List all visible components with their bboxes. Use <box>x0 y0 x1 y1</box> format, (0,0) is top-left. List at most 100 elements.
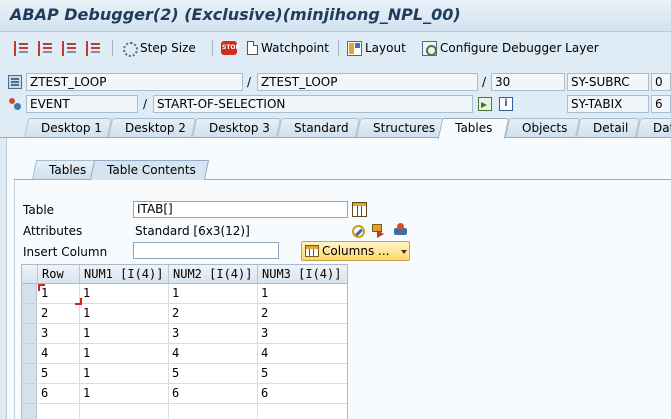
columns-button[interactable]: Columns ... <box>301 241 410 261</box>
tab-objects[interactable]: Objects <box>504 118 581 138</box>
row-selector[interactable] <box>22 284 37 304</box>
configure-layer-icon <box>422 40 437 56</box>
row-selector[interactable] <box>22 364 37 384</box>
line-field: 30 <box>491 73 565 91</box>
table-view-icon[interactable] <box>352 202 367 217</box>
cell-cursor <box>38 284 82 305</box>
table-cell[interactable]: 1 <box>80 344 169 364</box>
toolbar-separator <box>212 40 213 56</box>
table-cell[interactable]: 1 <box>80 304 169 324</box>
tab-desktop-1[interactable]: Desktop 1 <box>23 118 113 138</box>
return-icon <box>62 40 77 56</box>
event-icon <box>8 97 22 111</box>
tab-standard[interactable]: Standard <box>276 118 361 138</box>
tab-desktop-2[interactable]: Desktop 2 <box>107 118 197 138</box>
tab-tables[interactable]: Tables <box>437 118 510 139</box>
single-step-button[interactable] <box>14 39 32 57</box>
separator: / <box>482 75 487 89</box>
tab-desktop-3[interactable]: Desktop 3 <box>191 118 282 138</box>
export-icon[interactable] <box>371 223 386 238</box>
watchpoint-button[interactable]: Watchpoint <box>245 39 329 57</box>
subtab-tables[interactable]: Tables <box>31 160 97 180</box>
program-icon <box>8 75 22 89</box>
table-cell[interactable]: 1 <box>80 364 169 384</box>
step-size-button[interactable]: Step Size <box>122 39 196 57</box>
single-step-icon <box>14 40 29 56</box>
table-cell[interactable] <box>80 404 169 419</box>
step-size-label: Step Size <box>140 41 196 55</box>
columns-icon <box>305 245 319 257</box>
info-icon[interactable]: i <box>499 97 513 111</box>
row-number-cell[interactable]: 6 <box>38 384 80 404</box>
layout-button[interactable]: Layout <box>347 39 406 57</box>
row-number-cell[interactable]: 4 <box>38 344 80 364</box>
column-header-num2[interactable]: NUM2 [I(4)] <box>169 265 258 284</box>
execute-icon <box>38 40 53 56</box>
column-header-num1[interactable]: NUM1 [I(4)] <box>80 265 169 284</box>
tab-data[interactable]: Data <box>635 118 671 138</box>
toolbar-separator <box>112 40 113 56</box>
services-icon[interactable] <box>393 222 408 237</box>
toolbar-separator <box>338 40 339 56</box>
column-header-row[interactable]: Row <box>38 265 80 284</box>
chevron-down-icon[interactable] <box>401 250 407 254</box>
table-cell[interactable]: 6 <box>258 384 347 404</box>
include-field: ZTEST_LOOP <box>257 73 478 91</box>
stop-button[interactable] <box>221 39 240 57</box>
row-selector[interactable] <box>22 344 37 364</box>
table-label: Table <box>23 203 55 217</box>
table-cell[interactable]: 6 <box>169 384 258 404</box>
window-title: ABAP Debugger(2) (Exclusive)(minjihong_N… <box>10 5 461 24</box>
row-selector[interactable] <box>22 404 37 419</box>
navigate-to-source-icon[interactable] <box>478 97 492 111</box>
insert-column-label: Insert Column <box>23 245 108 259</box>
configure-layer-button[interactable]: Configure Debugger Layer <box>422 39 599 57</box>
table-cell[interactable]: 1 <box>80 324 169 344</box>
configure-layer-label: Configure Debugger Layer <box>440 41 599 55</box>
program-field: ZTEST_LOOP <box>26 73 243 91</box>
subtab-table-contents[interactable]: Table Contents <box>89 160 210 180</box>
table-cell[interactable]: 2 <box>258 304 347 324</box>
row-number-cell[interactable]: 3 <box>38 324 80 344</box>
toolbar: Step Size Watchpoint Layout Configure De… <box>0 33 671 63</box>
table-cell[interactable]: 1 <box>258 284 347 304</box>
title-bar: ABAP Debugger(2) (Exclusive)(minjihong_N… <box>0 0 671 32</box>
table-cell[interactable] <box>258 404 347 419</box>
table-cell[interactable]: 3 <box>258 324 347 344</box>
table-cell[interactable]: 5 <box>169 364 258 384</box>
table-cell[interactable] <box>169 404 258 419</box>
row-selector[interactable] <box>22 324 37 344</box>
column-header-num3[interactable]: NUM3 [I(4)] <box>258 265 347 284</box>
continue-button[interactable] <box>86 39 104 57</box>
table-cell[interactable]: 2 <box>169 304 258 324</box>
row-selector[interactable] <box>22 384 37 404</box>
table-cell[interactable]: 5 <box>258 364 347 384</box>
table-cell[interactable]: 1 <box>80 284 169 304</box>
search-icon[interactable] <box>350 223 365 238</box>
row-number-cell[interactable]: 2 <box>38 304 80 324</box>
table-cell[interactable]: 1 <box>80 384 169 404</box>
watchpoint-label: Watchpoint <box>261 41 329 55</box>
table-cell[interactable]: 3 <box>169 324 258 344</box>
execute-button[interactable] <box>38 39 56 57</box>
return-button[interactable] <box>62 39 80 57</box>
continue-icon <box>86 40 101 56</box>
grid-corner[interactable] <box>22 265 38 284</box>
tabix-label: SY-TABIX <box>567 95 649 113</box>
separator: / <box>247 75 252 89</box>
table-name-input[interactable]: ITAB[] <box>133 201 348 218</box>
tab-detail[interactable]: Detail <box>575 118 641 138</box>
row-number-cell[interactable]: 5 <box>38 364 80 384</box>
insert-column-input[interactable] <box>133 242 279 259</box>
subrc-label: SY-SUBRC <box>567 73 649 91</box>
tab-structures[interactable]: Structures <box>355 118 445 138</box>
row-number-cell[interactable] <box>38 404 80 419</box>
table-cell[interactable]: 1 <box>169 284 258 304</box>
table-cell[interactable]: 4 <box>258 344 347 364</box>
table-cell[interactable]: 4 <box>169 344 258 364</box>
event-name-field: START-OF-SELECTION <box>153 95 473 113</box>
subrc-value: 0 <box>651 73 671 91</box>
attributes-value: Standard [6x3(12)] <box>135 224 250 238</box>
table-grid: Row NUM1 [I(4)] NUM2 [I(4)] NUM3 [I(4)] … <box>21 264 348 419</box>
row-selector[interactable] <box>22 304 37 324</box>
